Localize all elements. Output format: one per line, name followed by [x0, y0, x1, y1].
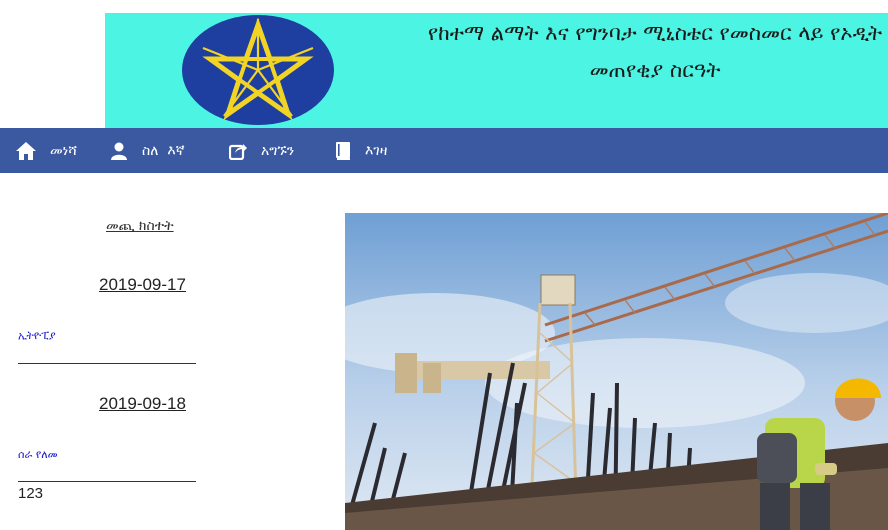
home-icon	[16, 141, 36, 160]
title-line-1: የከተማ ልማት እና የግንባታ ሚኒስቴር የመስመር ላይ የኦዲት	[427, 21, 883, 45]
share-icon	[229, 143, 247, 160]
sidebar-title[interactable]: መጪ ክስተት	[106, 218, 174, 234]
news-divider	[18, 363, 196, 364]
ethiopia-emblem	[182, 15, 334, 125]
nav-item-about[interactable]: ስለ እኛ	[110, 128, 185, 173]
news-title[interactable]: ኢትዮፒያ	[18, 329, 56, 343]
nav-item-help[interactable]: እገዛ	[335, 128, 387, 173]
nav-item-label: ስለ እኛ	[142, 142, 185, 159]
nav-item-label: መነሻ	[50, 142, 77, 159]
news-title[interactable]: ሰራ የለመ	[18, 448, 58, 462]
header-banner: የከተማ ልማት እና የግንባታ ሚኒስቴር የመስመር ላይ የኦዲት መጠ…	[105, 13, 888, 128]
title-line-2: መጠየቂያ ስርዓት	[589, 58, 721, 82]
nav-item-label: አግኙን	[261, 142, 295, 159]
main-navbar: መነሻ ስለ እኛ አግኙን እገዛ	[0, 128, 888, 173]
news-divider	[18, 481, 196, 482]
nav-item-label: እገዛ	[365, 142, 388, 159]
nav-item-home[interactable]: መነሻ	[16, 128, 77, 173]
nav-item-contact[interactable]: አግኙን	[229, 128, 294, 173]
book-icon	[336, 141, 350, 160]
hero-image	[345, 213, 888, 530]
page-title: የከተማ ልማት እና የግንባታ ሚኒስቴር የመስመር ላይ የኦዲት መጠ…	[355, 15, 888, 89]
news-date[interactable]: 2019-09-17	[99, 275, 186, 295]
news-date[interactable]: 2019-09-18	[99, 394, 186, 414]
news-body: 123	[18, 485, 44, 502]
construction-photo	[345, 213, 888, 530]
user-icon	[111, 142, 127, 160]
